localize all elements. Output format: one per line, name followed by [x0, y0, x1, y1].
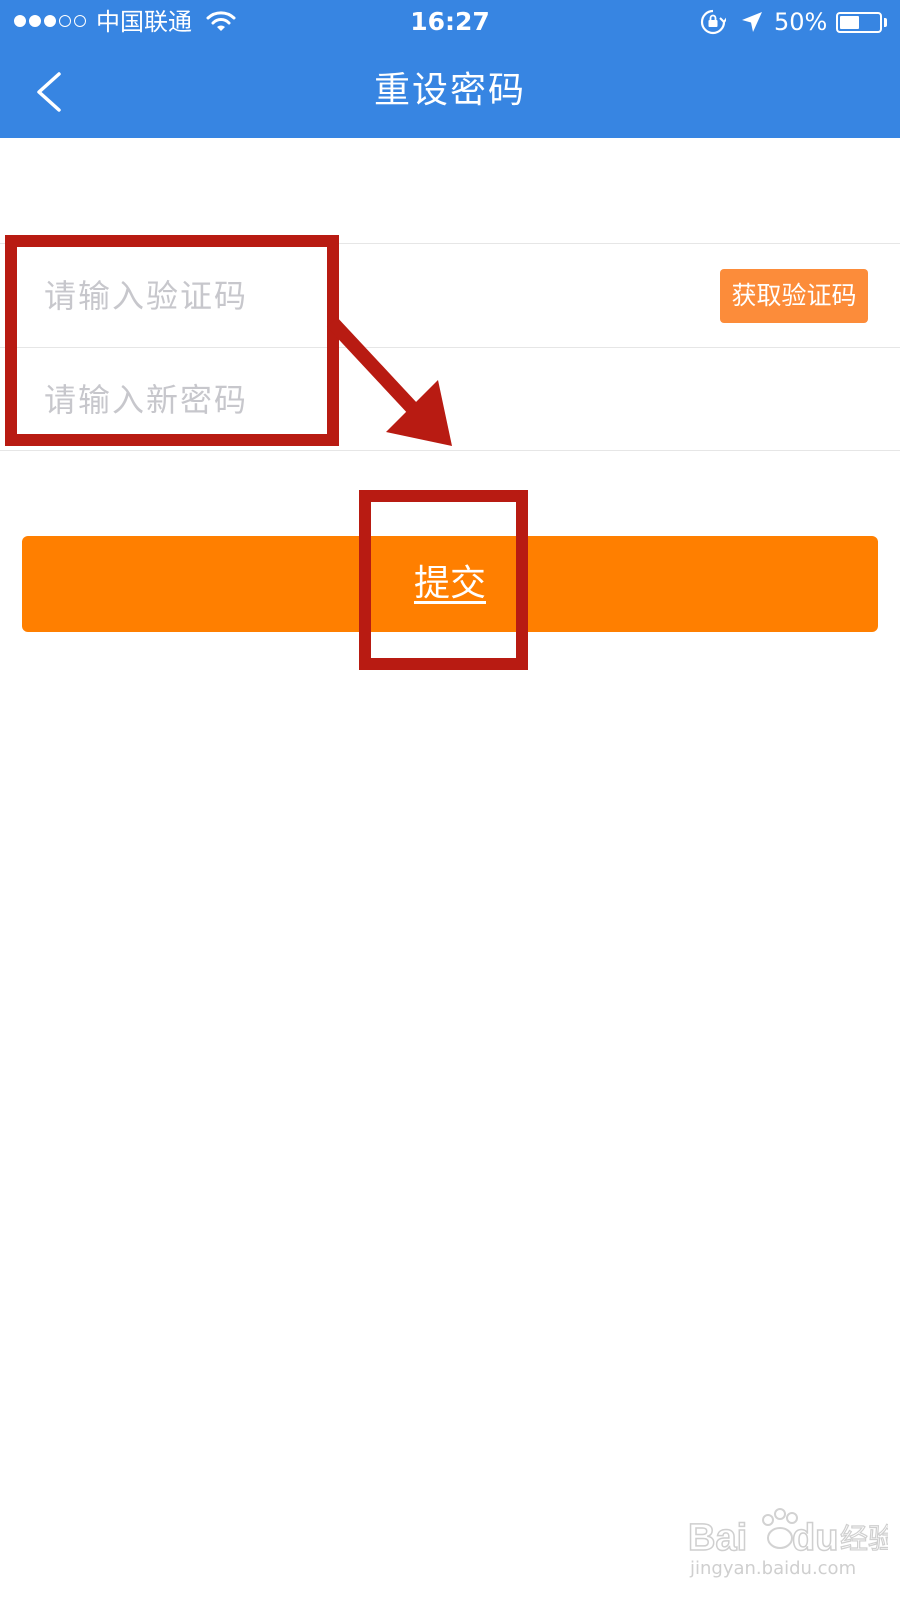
svg-text:经验: 经验 — [840, 1522, 888, 1555]
screen: 中国联通 16:27 50% 重设密码 请输入验证码 获取验证码 提交 Bai … — [0, 0, 900, 1600]
location-arrow-icon — [742, 12, 762, 32]
rotation-lock-icon — [700, 9, 726, 35]
battery-icon — [836, 12, 882, 33]
get-code-button[interactable]: 获取验证码 — [720, 269, 868, 323]
watermark-url: jingyan.baidu.com — [690, 1558, 857, 1579]
battery-level — [840, 16, 859, 29]
svg-text:du: du — [792, 1517, 838, 1559]
battery-percent: 50% — [774, 8, 828, 36]
battery-tip — [884, 18, 887, 27]
status-bar: 中国联通 16:27 50% — [0, 0, 900, 46]
annotation-box-fields — [5, 235, 339, 446]
page-title: 重设密码 — [373, 70, 526, 111]
annotation-box-submit — [359, 490, 528, 670]
header: 中国联通 16:27 50% 重设密码 — [0, 0, 900, 138]
status-time: 16:27 — [410, 7, 490, 36]
svg-text:Bai: Bai — [688, 1517, 747, 1559]
nav-bar: 重设密码 — [0, 46, 900, 138]
